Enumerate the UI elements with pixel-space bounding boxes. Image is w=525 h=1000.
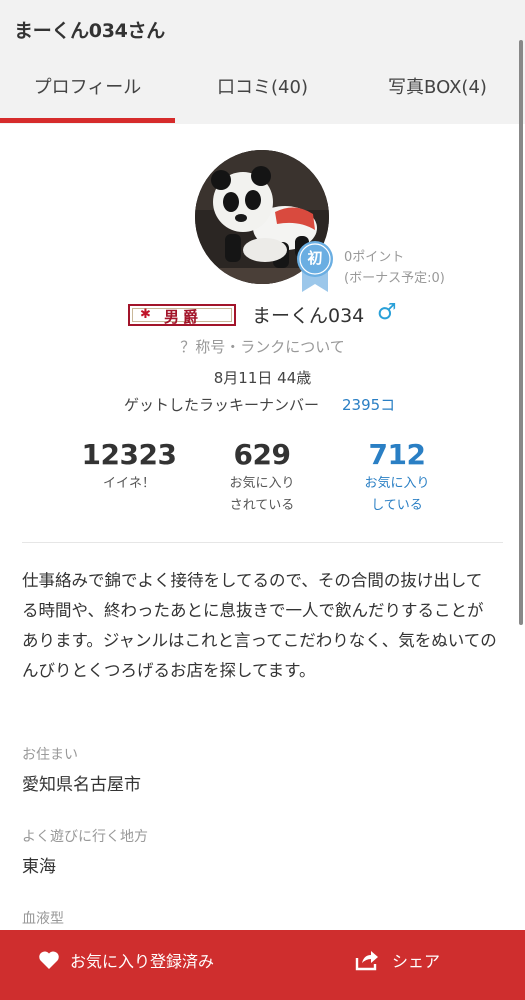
favorite-label: お気に入り登録済み bbox=[70, 952, 215, 971]
tab-bar: プロフィール 口コミ(40) 写真BOX(4) bbox=[0, 62, 525, 124]
share-label: シェア bbox=[392, 952, 441, 971]
share-icon bbox=[354, 948, 380, 976]
tab-profile[interactable]: プロフィール bbox=[0, 62, 175, 124]
stat-label: されている bbox=[229, 498, 295, 513]
badge-label: 初 bbox=[307, 249, 323, 267]
heart-icon bbox=[38, 950, 60, 974]
tab-photo-box[interactable]: 写真BOX(4) bbox=[350, 62, 525, 124]
male-icon: ♂ bbox=[377, 300, 397, 325]
points: 0ポイント bbox=[344, 250, 405, 265]
username: まーくん034 bbox=[252, 305, 365, 327]
stat-favorites[interactable]: 712 お気に入り している bbox=[332, 438, 462, 515]
residence-value: 愛知県名古屋市 bbox=[22, 775, 141, 795]
divider bbox=[22, 542, 503, 543]
stat-favorited-by: 629 お気に入り されている bbox=[197, 438, 327, 515]
profile-bio: 仕事絡みで錦でよく接待をしてるので、その合間の抜け出してる時間や、終わったあとに… bbox=[22, 571, 497, 680]
footer-bar: お気に入り登録済み シェア bbox=[0, 930, 525, 1000]
lucky-number-link[interactable]: 2395コ bbox=[342, 394, 395, 415]
share-button[interactable]: シェア bbox=[350, 944, 470, 976]
stat-value: 12323 bbox=[81, 438, 177, 471]
tab-reviews[interactable]: 口コミ(40) bbox=[175, 62, 350, 124]
residence-label: お住まい bbox=[22, 747, 78, 763]
header: まーくん034さん プロフィール 口コミ(40) 写真BOX(4) bbox=[0, 0, 525, 124]
rank-emblem-icon: ✱ bbox=[140, 307, 151, 322]
stat-likes: 12323 イイネ！ bbox=[64, 438, 194, 493]
stat-label: お気に入り bbox=[364, 476, 430, 491]
page-title: まーくん034さん bbox=[14, 20, 165, 42]
rank-label: 男爵 bbox=[164, 308, 203, 326]
stat-label: お気に入り bbox=[229, 476, 295, 491]
scrollbar[interactable] bbox=[519, 40, 523, 625]
stat-value: 712 bbox=[368, 438, 426, 471]
stat-value: 629 bbox=[233, 438, 291, 471]
stat-label: している bbox=[371, 498, 423, 513]
active-tab-indicator bbox=[0, 118, 175, 123]
points-pending: (ボーナス予定:0) bbox=[344, 271, 445, 286]
stat-label: イイネ！ bbox=[102, 476, 155, 491]
birthday-age: 8月11日 44歳 bbox=[213, 369, 312, 387]
frequent-area-value: 東海 bbox=[22, 857, 56, 877]
rank-badge[interactable]: ✱ 男爵 bbox=[128, 304, 236, 326]
beginner-ribbon-icon: 初 bbox=[296, 240, 334, 292]
frequent-area-label: よく遊びに行く地方 bbox=[22, 829, 148, 845]
blood-type-label: 血液型 bbox=[22, 911, 64, 927]
rank-help-link[interactable]: ？称号・ランクについて bbox=[0, 336, 525, 357]
lucky-number-label: ゲットしたラッキーナンバー bbox=[124, 396, 320, 414]
